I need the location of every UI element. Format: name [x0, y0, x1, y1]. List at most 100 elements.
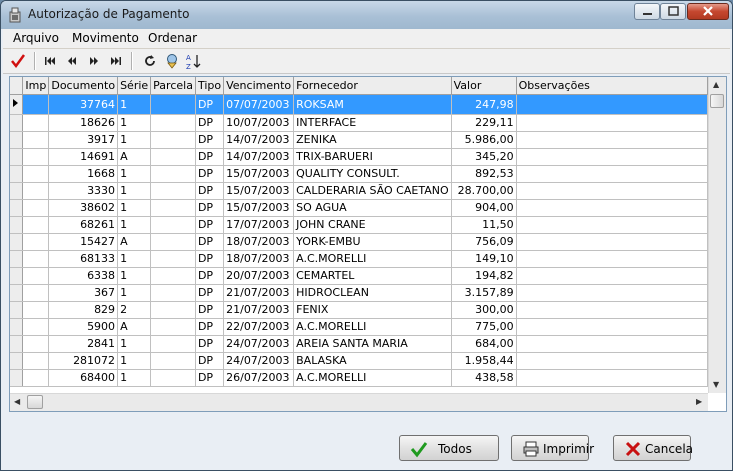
cell-imp[interactable] [22, 318, 50, 336]
title-bar[interactable]: Autorização de Pagamento [1, 1, 732, 29]
cell-fornecedor[interactable]: JOHN CRANE [293, 216, 452, 234]
row-indicator[interactable] [10, 131, 24, 149]
cell-vencimento[interactable]: 21/07/2003 [223, 301, 295, 319]
cell-parcela[interactable] [150, 165, 196, 183]
col-documento-header[interactable]: Documento [48, 77, 119, 95]
cell-serie[interactable]: 1 [117, 250, 152, 268]
cell-parcela[interactable] [150, 182, 196, 200]
row-indicator[interactable] [10, 233, 24, 251]
prior-icon[interactable] [63, 52, 81, 70]
cell-fornecedor[interactable]: CALDERARIA SÃO CAETANO [293, 182, 452, 200]
cell-observacoes[interactable] [516, 216, 708, 234]
cell-serie[interactable]: A [117, 148, 152, 166]
cell-vencimento[interactable]: 21/07/2003 [223, 284, 295, 302]
table-row[interactable]: 1668 1 DP 15/07/2003 QUALITY CONSULT. 892,53 [10, 165, 708, 183]
cell-imp[interactable] [22, 301, 50, 319]
col-observacoes-header[interactable]: Observações [516, 77, 708, 95]
cell-serie[interactable]: 1 [117, 284, 152, 302]
table-row[interactable]: 18626 1 DP 10/07/2003 INTERFACE 229,11 [10, 114, 708, 132]
cell-fornecedor[interactable]: AREIA SANTA MARIA [293, 335, 452, 353]
cell-fornecedor[interactable]: A.C.MORELLI [293, 369, 452, 387]
cell-vencimento[interactable]: 18/07/2003 [223, 233, 295, 251]
cell-serie[interactable]: 1 [117, 216, 152, 234]
cell-serie[interactable]: 1 [117, 131, 152, 149]
cell-observacoes[interactable] [516, 94, 708, 115]
cell-vencimento[interactable]: 22/07/2003 [223, 318, 295, 336]
table-row[interactable]: 2841 1 DP 24/07/2003 AREIA SANTA MARIA 684,00 [10, 335, 708, 353]
cell-documento[interactable]: 281072 [48, 352, 119, 370]
cell-parcela[interactable] [150, 114, 196, 132]
table-row[interactable]: 14691 A DP 14/07/2003 TRIX-BARUERI 345,20 [10, 148, 708, 166]
sort-az-icon[interactable]: AZ [185, 52, 203, 70]
cell-serie[interactable]: 1 [117, 182, 152, 200]
cell-tipo[interactable]: DP [195, 301, 225, 319]
cell-serie[interactable]: 1 [117, 165, 152, 183]
last-icon[interactable] [107, 52, 125, 70]
cell-tipo[interactable]: DP [195, 284, 225, 302]
scroll-up-arrow-icon[interactable]: ▲ [713, 80, 719, 89]
cell-vencimento[interactable]: 07/07/2003 [223, 94, 295, 115]
table-row[interactable]: 68261 1 DP 17/07/2003 JOHN CRANE 11,50 [10, 216, 708, 234]
cell-observacoes[interactable] [516, 318, 708, 336]
cell-valor[interactable]: 904,00 [451, 199, 517, 217]
next-icon[interactable] [85, 52, 103, 70]
table-row[interactable]: 68400 1 DP 26/07/2003 A.C.MORELLI 438,58 [10, 369, 708, 387]
cell-vencimento[interactable]: 24/07/2003 [223, 335, 295, 353]
col-valor-header[interactable]: Valor [451, 77, 517, 95]
cell-parcela[interactable] [150, 250, 196, 268]
check-icon[interactable] [9, 52, 27, 70]
cell-parcela[interactable] [150, 94, 196, 115]
menu-ordenar[interactable]: Ordenar [148, 31, 197, 45]
cell-fornecedor[interactable]: FENIX [293, 301, 452, 319]
cell-valor[interactable]: 775,00 [451, 318, 517, 336]
cell-documento[interactable]: 68133 [48, 250, 119, 268]
table-row[interactable]: 367 1 DP 21/07/2003 HIDROCLEAN 3.157,89 [10, 284, 708, 302]
cell-observacoes[interactable] [516, 267, 708, 285]
cell-parcela[interactable] [150, 267, 196, 285]
cell-parcela[interactable] [150, 148, 196, 166]
cell-fornecedor[interactable]: QUALITY CONSULT. [293, 165, 452, 183]
row-indicator[interactable] [10, 284, 24, 302]
cell-parcela[interactable] [150, 335, 196, 353]
cell-observacoes[interactable] [516, 301, 708, 319]
vertical-scroll-thumb[interactable] [710, 94, 724, 108]
cell-documento[interactable]: 3330 [48, 182, 119, 200]
table-row[interactable]: 829 2 DP 21/07/2003 FENIX 300,00 [10, 301, 708, 319]
cell-vencimento[interactable]: 24/07/2003 [223, 352, 295, 370]
cell-observacoes[interactable] [516, 165, 708, 183]
cell-parcela[interactable] [150, 284, 196, 302]
cell-tipo[interactable]: DP [195, 199, 225, 217]
cell-imp[interactable] [22, 284, 50, 302]
cell-serie[interactable]: 1 [117, 267, 152, 285]
maximize-button[interactable] [660, 3, 686, 20]
cell-tipo[interactable]: DP [195, 267, 225, 285]
cell-imp[interactable] [22, 216, 50, 234]
cell-serie[interactable]: 1 [117, 114, 152, 132]
cell-imp[interactable] [22, 352, 50, 370]
cell-valor[interactable]: 11,50 [451, 216, 517, 234]
cell-observacoes[interactable] [516, 131, 708, 149]
cell-parcela[interactable] [150, 369, 196, 387]
cell-imp[interactable] [22, 114, 50, 132]
menu-movimento[interactable]: Movimento [72, 31, 139, 45]
table-row[interactable]: 281072 1 DP 24/07/2003 BALASKA 1.958,44 [10, 352, 708, 370]
cell-documento[interactable]: 37764 [48, 94, 119, 115]
cell-documento[interactable]: 3917 [48, 131, 119, 149]
table-row[interactable]: 37764 1 DP 07/07/2003 ROKSAM 247,98 [10, 94, 708, 115]
table-row[interactable]: 6338 1 DP 20/07/2003 CEMARTEL 194,82 [10, 267, 708, 285]
row-indicator[interactable] [10, 335, 24, 353]
cell-fornecedor[interactable]: BALASKA [293, 352, 452, 370]
cell-vencimento[interactable]: 15/07/2003 [223, 199, 295, 217]
cell-tipo[interactable]: DP [195, 148, 225, 166]
cell-valor[interactable]: 892,53 [451, 165, 517, 183]
row-indicator[interactable] [10, 250, 24, 268]
row-indicator[interactable] [10, 318, 24, 336]
cancela-button[interactable]: Cancela [613, 435, 693, 461]
cell-valor[interactable]: 28.700,00 [451, 182, 517, 200]
cell-tipo[interactable]: DP [195, 182, 225, 200]
scroll-left-arrow-icon[interactable]: ◀ [14, 397, 20, 406]
cell-observacoes[interactable] [516, 148, 708, 166]
table-row[interactable]: 3917 1 DP 14/07/2003 ZENIKA 5.986,00 [10, 131, 708, 149]
cell-observacoes[interactable] [516, 284, 708, 302]
cell-valor[interactable]: 300,00 [451, 301, 517, 319]
